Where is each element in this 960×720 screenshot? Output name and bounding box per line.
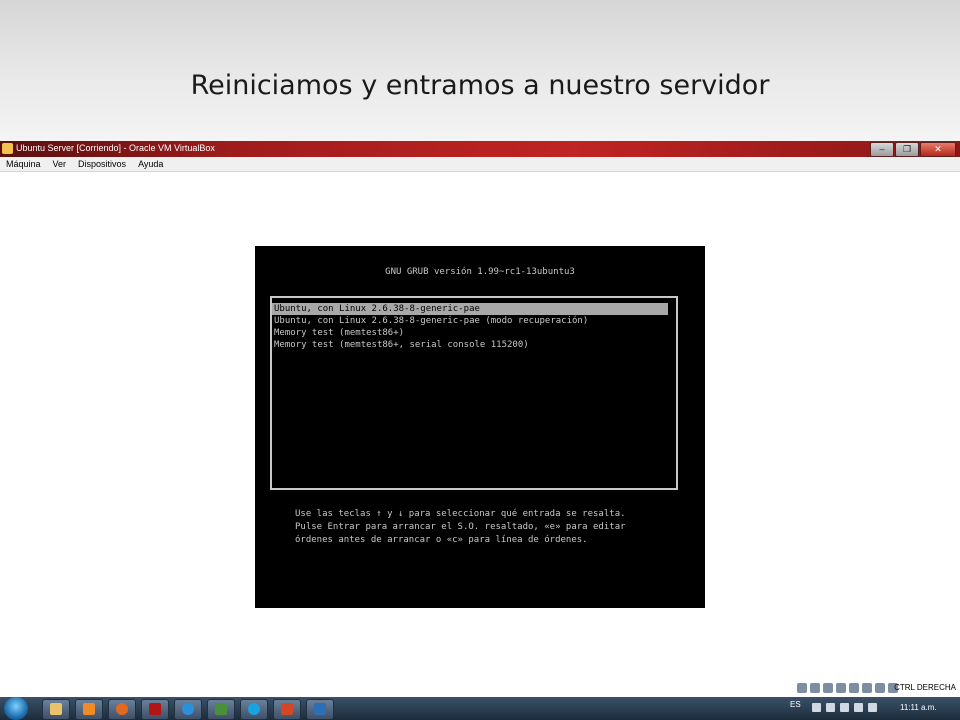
grub-entry-ubuntu[interactable]: Ubuntu, con Linux 2.6.38-8-generic-pae [272,303,668,315]
virtualbox-app-icon [2,143,13,154]
virtualbox-icon [314,703,326,715]
action-center-flag-icon[interactable] [826,703,835,712]
powerpoint-icon [281,703,293,715]
internet-explorer-icon [182,703,194,715]
grub-boot-menu: Ubuntu, con Linux 2.6.38-8-generic-pae U… [270,296,678,490]
grub-help-line-1: Use las teclas ↑ y ↓ para seleccionar qu… [295,509,626,519]
dreamweaver-icon [215,703,227,715]
reader-icon [149,703,161,715]
firefox-icon [116,703,128,715]
shared-folders-icon[interactable] [849,683,859,693]
system-tray [812,703,877,712]
grub-help-line-2: Pulse Entrar para arrancar el S.O. resal… [295,522,626,532]
network-icon[interactable] [836,683,846,693]
taskbar: ES 11:11 a.m. [0,697,960,720]
display-icon[interactable] [862,683,872,693]
skype-icon [248,703,260,715]
taskbar-clock[interactable]: 11:11 a.m. [900,703,937,712]
battery-icon[interactable] [840,703,849,712]
signal-icon[interactable] [854,703,863,712]
grub-screen[interactable]: GNU GRUB versión 1.99~rc1-13ubuntu3 Ubun… [255,246,705,608]
menu-ver[interactable]: Ver [53,157,67,171]
close-button[interactable]: ✕ [920,142,956,157]
media-player-icon [83,703,95,715]
slide-header: Reiniciamos y entramos a nuestro servido… [0,0,960,141]
hard-disk-icon[interactable] [797,683,807,693]
taskbar-powerpoint[interactable] [273,699,301,720]
taskbar-dreamweaver[interactable] [207,699,235,720]
taskbar-media-player[interactable] [75,699,103,720]
status-icons [797,683,898,693]
show-hidden-icons-icon[interactable] [812,703,821,712]
taskbar-explorer[interactable] [42,699,70,720]
grub-help-text: Use las teclas ↑ y ↓ para seleccionar qu… [295,508,626,547]
taskbar-virtualbox[interactable] [306,699,334,720]
grub-entry-list: Ubuntu, con Linux 2.6.38-8-generic-pae U… [272,303,676,351]
taskbar-reader[interactable] [141,699,169,720]
minimize-button[interactable]: – [870,142,894,157]
grub-entry-memtest[interactable]: Memory test (memtest86+) [272,327,668,339]
menu-bar: Máquina Ver Dispositivos Ayuda [0,157,960,172]
window-controls: – ❐ ✕ [870,142,956,157]
slide-title: Reiniciamos y entramos a nuestro servido… [190,70,770,101]
virtualization-icon[interactable] [875,683,885,693]
taskbar-firefox[interactable] [108,699,136,720]
host-key-label: CTRL DERECHA [894,683,956,692]
usb-icon[interactable] [823,683,833,693]
menu-ayuda[interactable]: Ayuda [138,157,163,171]
menu-dispositivos[interactable]: Dispositivos [78,157,126,171]
taskbar-internet-explorer[interactable] [174,699,202,720]
grub-entry-memtest-serial[interactable]: Memory test (memtest86+, serial console … [272,339,668,351]
explorer-icon [50,703,62,715]
grub-help-line-3: órdenes antes de arrancar o «c» para lín… [295,535,588,545]
language-indicator[interactable]: ES [790,700,801,709]
vm-status-bar: CTRL DERECHA [0,680,960,697]
window-titlebar[interactable]: Ubuntu Server [Corriendo] - Oracle VM Vi… [0,141,960,157]
grub-header: GNU GRUB versión 1.99~rc1-13ubuntu3 [385,267,575,277]
restore-button[interactable]: ❐ [895,142,919,157]
menu-maquina[interactable]: Máquina [6,157,41,171]
start-button[interactable] [4,697,28,720]
volume-icon[interactable] [868,703,877,712]
taskbar-skype[interactable] [240,699,268,720]
grub-entry-ubuntu-recovery[interactable]: Ubuntu, con Linux 2.6.38-8-generic-pae (… [272,315,668,327]
cd-drive-icon[interactable] [810,683,820,693]
window-title: Ubuntu Server [Corriendo] - Oracle VM Vi… [16,143,215,153]
